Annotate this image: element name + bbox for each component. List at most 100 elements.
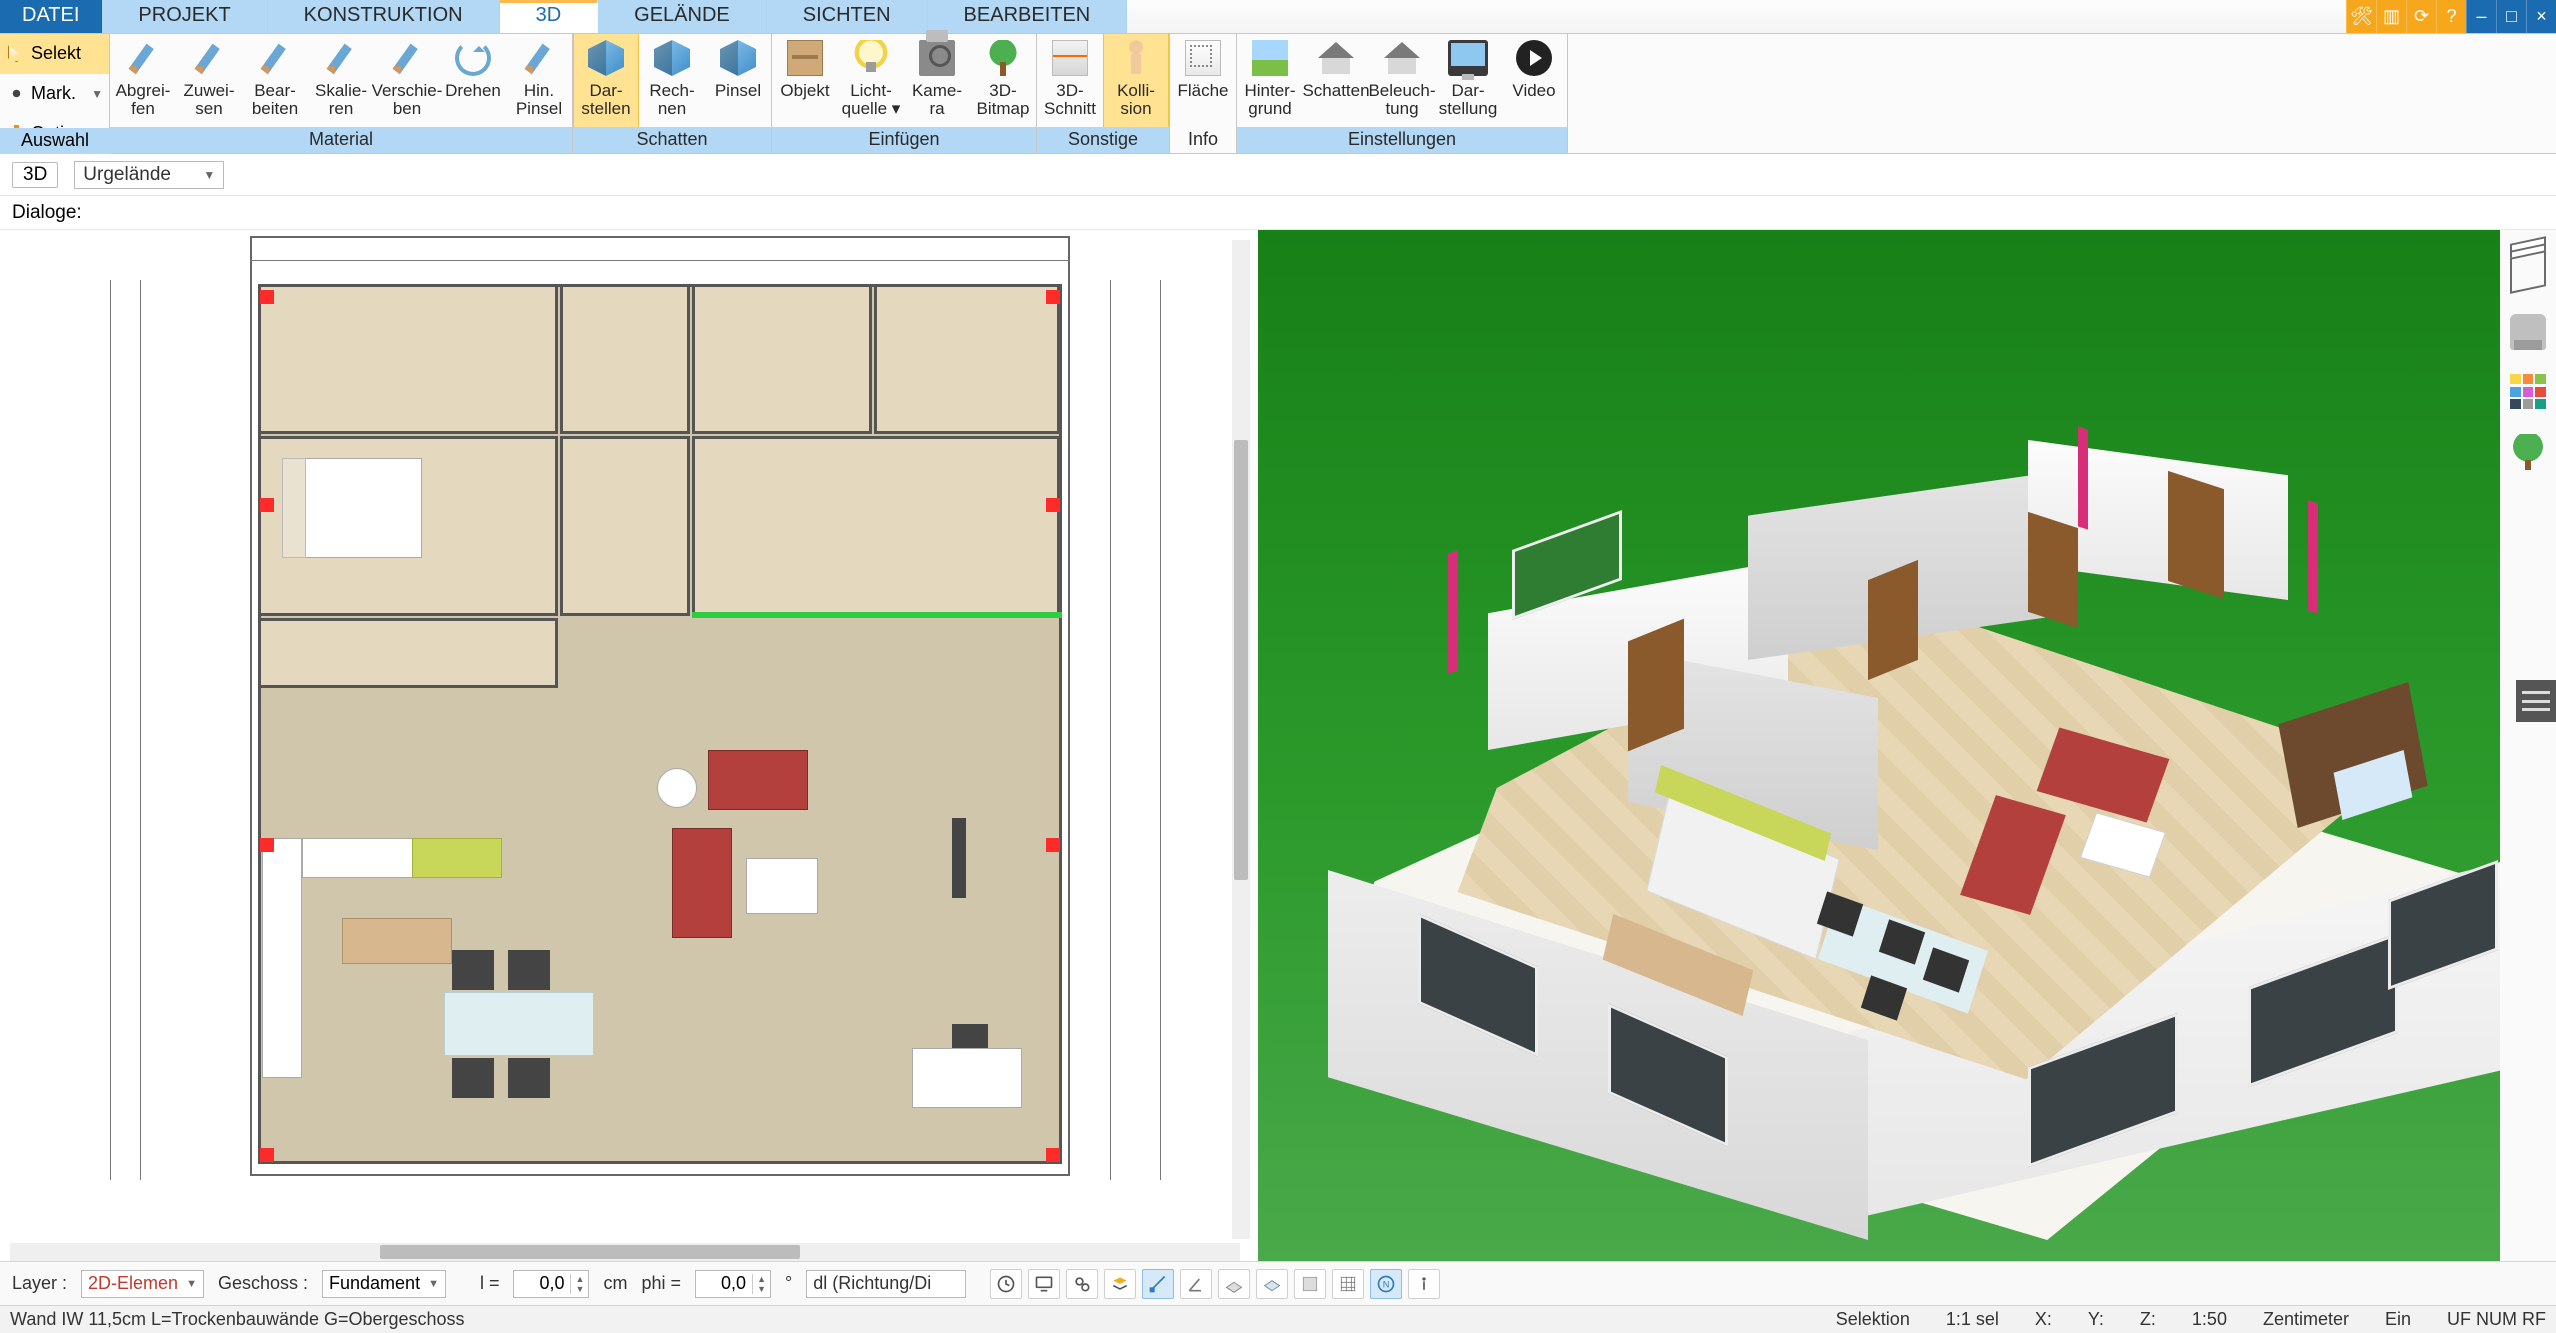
info-pin-icon[interactable] [1408, 1269, 1440, 1299]
tools-icon[interactable]: 🛠 [2346, 0, 2376, 33]
layers-toggle-icon[interactable]: ▥ [2376, 0, 2406, 33]
snap-angle-icon[interactable] [1180, 1269, 1212, 1299]
reload-icon[interactable]: ⟳ [2406, 0, 2436, 33]
objekt-icon [787, 40, 823, 76]
ribbon-schatten2[interactable]: Schatten [1303, 34, 1369, 127]
status-ein: Ein [2385, 1309, 2411, 1330]
pinsel-icon [720, 40, 756, 76]
length-value: 0,0 [514, 1273, 570, 1294]
panel-grip[interactable] [2516, 680, 2556, 722]
direction-input[interactable]: dl (Richtung/Di [806, 1270, 966, 1298]
ribbon-group-info: FlächeInfo [1170, 34, 1237, 153]
ribbon-darstellung[interactable]: Dar-stellung [1435, 34, 1501, 127]
minimize-icon[interactable]: – [2466, 0, 2496, 33]
layer-select[interactable]: 2D-Elemen▼ [81, 1270, 204, 1298]
view-chip-3d[interactable]: 3D [12, 162, 58, 188]
abgreifen-label1: Abgrei- [116, 82, 171, 100]
monitor-icon[interactable] [1028, 1269, 1060, 1299]
ribbon-hintergrund[interactable]: Hinter-grund [1237, 34, 1303, 127]
close-icon[interactable]: × [2526, 0, 2556, 33]
group-label: Material [110, 127, 572, 153]
menu-bearbeiten[interactable]: BEARBEITEN [928, 0, 1128, 33]
lichtquelle-label1: Licht- [850, 82, 892, 100]
splitter[interactable] [1250, 230, 1258, 1261]
bearbeiten-label2: beiten [252, 100, 298, 118]
grid-icon[interactable] [1332, 1269, 1364, 1299]
pinsel-label1: Pinsel [715, 82, 761, 100]
mark-mode[interactable]: Mark. ▼ [0, 74, 109, 114]
dialog-bar: Dialoge: [0, 196, 2556, 230]
maximize-icon[interactable]: □ [2496, 0, 2526, 33]
snap-endpoint-icon[interactable] [1142, 1269, 1174, 1299]
gears-icon[interactable] [1066, 1269, 1098, 1299]
stack-icon[interactable] [1104, 1269, 1136, 1299]
menu-3d[interactable]: 3D [500, 0, 599, 33]
ribbon-kamera[interactable]: Kame-ra [904, 34, 970, 127]
ribbon-hinpinsel[interactable]: Hin.Pinsel [506, 34, 572, 127]
phi-input[interactable]: 0,0 ▲▼ [695, 1270, 771, 1298]
flaeche-label1: Fläche [1177, 82, 1228, 100]
ribbon-skalieren[interactable]: Skalie-ren [308, 34, 374, 127]
ribbon-kollision[interactable]: Kolli-sion [1103, 34, 1169, 127]
mark-label: Mark. [31, 83, 76, 104]
workspace [0, 230, 2556, 1261]
group-label: Einstellungen [1237, 127, 1567, 153]
menu-projekt[interactable]: PROJEKT [102, 0, 267, 33]
ribbon-bearbeiten[interactable]: Bear-beiten [242, 34, 308, 127]
length-input[interactable]: 0,0 ▲▼ [513, 1270, 589, 1298]
schatten2-label1: Schatten [1302, 82, 1369, 100]
north-icon[interactable]: N [1370, 1269, 1402, 1299]
ribbon-bitmap[interactable]: 3D-Bitmap [970, 34, 1036, 127]
layer-value: 2D-Elemen [88, 1273, 178, 1294]
ribbon-pinsel[interactable]: Pinsel [705, 34, 771, 127]
terrain-combo[interactable]: Urgelände ▼ [74, 161, 224, 189]
menu-konstruktion[interactable]: KONSTRUKTION [268, 0, 500, 33]
ribbon-abgreifen[interactable]: Abgrei-fen [110, 34, 176, 127]
layers-icon[interactable] [2510, 250, 2546, 294]
ribbon-group-sonstige: 3D-SchnittKolli-sionSonstige [1037, 34, 1170, 153]
ribbon-flaeche[interactable]: Fläche [1170, 34, 1236, 127]
ribbon-schnitt[interactable]: 3D-Schnitt [1037, 34, 1103, 127]
schnitt-icon [1052, 40, 1088, 76]
kollision-label1: Kolli- [1117, 82, 1155, 100]
pane-2d[interactable] [0, 230, 1250, 1261]
menu-datei[interactable]: DATEI [0, 0, 102, 33]
help-icon[interactable]: ? [2436, 0, 2466, 33]
tree-icon[interactable] [2510, 434, 2546, 470]
snap-plane2-icon[interactable] [1256, 1269, 1288, 1299]
darstellung-icon [1448, 40, 1488, 76]
status-scale: 1:50 [2192, 1309, 2227, 1330]
ribbon-lichtquelle[interactable]: Licht-quelle ▾ [838, 34, 904, 127]
scrollbar-horizontal[interactable] [10, 1243, 1240, 1261]
kamera-label2: ra [929, 100, 944, 118]
ribbon-drehen[interactable]: Drehen [440, 34, 506, 127]
ribbon-verschieben[interactable]: Verschie-ben [374, 34, 440, 127]
ribbon-beleuchtung[interactable]: Beleuch-tung [1369, 34, 1435, 127]
status-flags: UF NUM RF [2447, 1309, 2546, 1330]
ribbon-group-schatten: Dar-stellenRech-nenPinselSchatten [573, 34, 772, 153]
ribbon-group-material: Abgrei-fenZuwei-senBear-beitenSkalie-ren… [110, 34, 573, 153]
chevron-down-icon: ▼ [203, 168, 215, 182]
ribbon-zuweisen[interactable]: Zuwei-sen [176, 34, 242, 127]
menu-gelaende[interactable]: GELÄNDE [598, 0, 767, 33]
ribbon-darstellen[interactable]: Dar-stellen [573, 34, 639, 127]
pane-3d[interactable] [1258, 230, 2500, 1261]
palette-icon[interactable] [2510, 374, 2546, 410]
snap-plane-icon[interactable] [1218, 1269, 1250, 1299]
ribbon-objekt[interactable]: Objekt [772, 34, 838, 127]
ribbon-video[interactable]: Video [1501, 34, 1567, 127]
menu-sichten[interactable]: SICHTEN [767, 0, 928, 33]
ribbon-rechnen[interactable]: Rech-nen [639, 34, 705, 127]
scrollbar-vertical[interactable] [1232, 240, 1250, 1239]
select-label: Selekt [31, 43, 81, 64]
select-mode[interactable]: Selekt [0, 34, 109, 74]
transparency-icon[interactable] [1294, 1269, 1326, 1299]
bitmap-icon [985, 40, 1021, 76]
verschieben-label1: Verschie- [372, 82, 443, 100]
status-scale-sel: 1:1 sel [1946, 1309, 1999, 1330]
clock-icon[interactable] [990, 1269, 1022, 1299]
floor-select[interactable]: Fundament▼ [322, 1270, 446, 1298]
hintergrund-label2: grund [1248, 100, 1291, 118]
ribbon-group-einfügen: ObjektLicht-quelle ▾Kame-ra3D-BitmapEinf… [772, 34, 1037, 153]
furniture-icon[interactable] [2510, 314, 2546, 350]
